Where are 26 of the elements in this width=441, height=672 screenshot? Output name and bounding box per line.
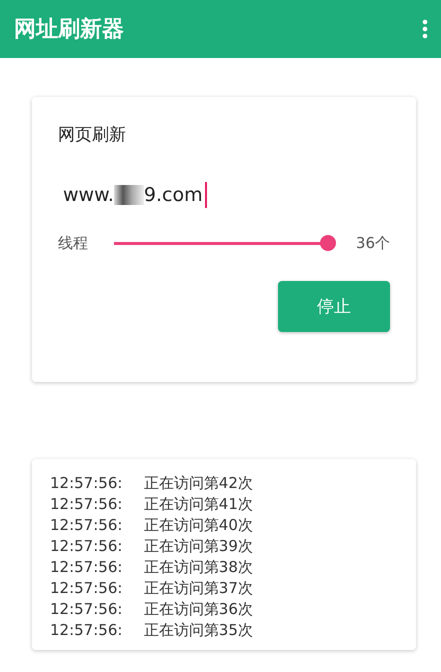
url-input-field[interactable]: www. 9.com bbox=[58, 180, 390, 210]
threads-slider-thumb[interactable] bbox=[320, 235, 336, 251]
threads-label: 线程 bbox=[58, 234, 89, 253]
log-message: 正在访问第42次 bbox=[144, 474, 253, 492]
log-time: 12:57:56: bbox=[50, 515, 124, 536]
log-message: 正在访问第41次 bbox=[144, 495, 253, 513]
log-time: 12:57:56: bbox=[50, 620, 124, 641]
log-time: 12:57:56: bbox=[50, 494, 124, 515]
log-message: 正在访问第36次 bbox=[144, 600, 253, 618]
url-text-start: www. bbox=[63, 184, 114, 206]
log-time: 12:57:56: bbox=[50, 557, 124, 578]
log-message: 正在访问第38次 bbox=[144, 558, 253, 576]
app-title: 网址刷新器 bbox=[14, 16, 124, 44]
log-message: 正在访问第40次 bbox=[144, 516, 253, 534]
url-text-end: 9.com bbox=[144, 184, 203, 206]
log-time: 12:57:56: bbox=[50, 536, 124, 557]
log-message: 正在访问第39次 bbox=[144, 537, 253, 555]
log-time: 12:57:56: bbox=[50, 599, 124, 620]
threads-count: 36个 bbox=[356, 234, 390, 253]
log-time: 12:57:56: bbox=[50, 578, 124, 599]
text-cursor bbox=[204, 182, 207, 208]
card-title: 网页刷新 bbox=[58, 124, 127, 146]
log-message: 正在访问第37次 bbox=[144, 579, 253, 597]
more-menu-icon[interactable] bbox=[422, 19, 428, 39]
log-message: 正在访问第35次 bbox=[144, 621, 253, 639]
log-time: 12:57:56: bbox=[50, 473, 124, 494]
